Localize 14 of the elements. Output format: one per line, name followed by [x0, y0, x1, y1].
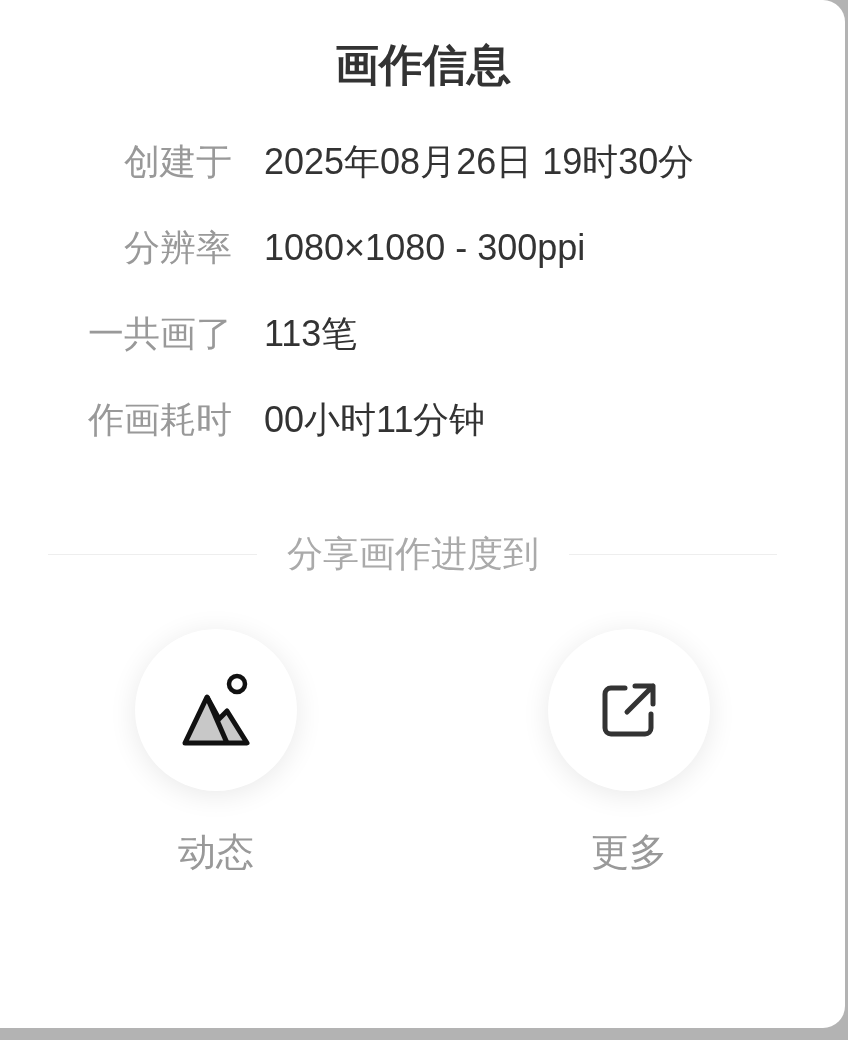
share-label: 更多 — [590, 829, 667, 876]
info-value: 113笔 — [264, 312, 359, 356]
info-label: 一共画了 — [87, 312, 232, 356]
info-value: 2025年08月26日 19时30分 — [264, 140, 696, 184]
info-label: 分辨率 — [123, 226, 232, 270]
info-label: 创建于 — [123, 140, 232, 184]
share-heading: 分享画作进度到 — [286, 532, 539, 576]
external-link-icon — [600, 682, 657, 738]
share-label: 动态 — [178, 829, 255, 876]
dialog-title: 画作信息 — [333, 38, 512, 92]
mountain-icon — [181, 673, 252, 747]
info-label: 作画耗时 — [87, 398, 232, 442]
info-value: 1080×1080 - 300ppi — [264, 226, 587, 270]
info-value: 00小时11分钟 — [264, 398, 487, 442]
